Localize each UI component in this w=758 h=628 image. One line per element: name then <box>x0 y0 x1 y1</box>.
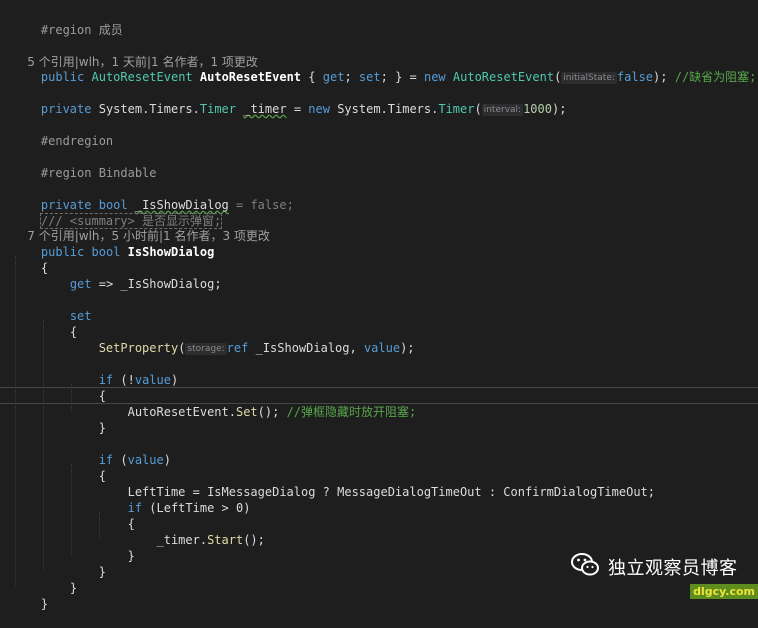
code-line[interactable]: #endregion <box>12 117 113 148</box>
keyword: get <box>69 277 92 291</box>
brace: } <box>127 549 135 563</box>
code-line[interactable]: } <box>12 564 77 595</box>
inlay-hint: initialState: <box>561 72 617 84</box>
keyword: new <box>423 70 446 84</box>
punctuation: ; <box>380 70 388 84</box>
code-line[interactable]: if (!value) <box>12 356 179 387</box>
method-name: SetProperty <box>98 341 179 355</box>
code-line[interactable]: _timer.Start(); <box>12 516 265 547</box>
property-name: AutoResetEvent <box>199 70 302 84</box>
namespace: System.Timers. <box>337 102 439 116</box>
preprocessor-keyword: #region <box>40 166 92 180</box>
punctuation: (! <box>113 373 135 387</box>
keyword: get <box>322 70 345 84</box>
inlay-hint: storage: <box>185 343 227 355</box>
codelens-references[interactable]: 5 个引用|wlh，1 天前|1 名作者，1 项更改 <box>12 38 258 69</box>
keyword: new <box>308 102 330 116</box>
code-line[interactable]: #region Bindable <box>12 149 157 180</box>
punctuation: ; <box>344 70 352 84</box>
keyword: private <box>40 102 92 116</box>
brace: } <box>69 581 78 595</box>
code-line[interactable]: private bool _IsShowDialog = false; <box>12 181 294 212</box>
preprocessor-keyword: #region <box>40 23 92 37</box>
code-line[interactable]: private System.Timers.Timer _timer = new… <box>12 85 566 116</box>
brace: } <box>98 421 106 435</box>
code-line[interactable]: public AutoResetEvent AutoResetEvent { g… <box>12 53 756 84</box>
code-line[interactable]: #region 成员 <box>12 6 123 37</box>
region-name: 成员 <box>91 23 123 37</box>
brace: { <box>308 70 316 84</box>
region-name: Bindable <box>91 166 157 180</box>
keyword: value <box>127 453 164 467</box>
site-watermark: dlgcy.com <box>690 584 758 599</box>
code-line[interactable]: SetProperty(storage: ref _IsShowDialog, v… <box>12 324 415 355</box>
preprocessor-keyword: #endregion <box>40 134 114 148</box>
keyword: set <box>358 70 381 84</box>
code-line[interactable]: { <box>12 452 106 483</box>
keyword: bool <box>91 245 121 259</box>
punctuation: ( <box>113 453 128 467</box>
punctuation: = <box>286 102 309 116</box>
keyword: ref <box>226 341 249 355</box>
code-line[interactable]: /// <summary> 是否显示弹窗; <box>12 197 223 229</box>
type-name: Timer <box>199 102 236 116</box>
keyword: false <box>616 70 654 84</box>
code-line-current[interactable]: AutoResetEvent.Set(); //弹框隐藏时放开阻塞; <box>12 388 417 419</box>
punctuation: ( <box>474 102 482 116</box>
keyword: value <box>134 373 171 387</box>
brace: } <box>40 597 49 611</box>
punctuation: ); <box>400 341 415 355</box>
type-name: AutoResetEvent <box>452 70 555 84</box>
type-name: Timer <box>438 102 475 116</box>
property-name: IsShowDialog <box>127 245 215 259</box>
condition: (LeftTime > 0) <box>142 501 251 515</box>
punctuation: ( <box>554 70 562 84</box>
code-line[interactable]: } <box>12 580 48 611</box>
watermark-text: 独立观察员博客 <box>608 557 738 579</box>
brace: } <box>98 565 106 579</box>
watermark: 独立观察员博客 <box>570 552 738 581</box>
field-name: _timer <box>243 102 287 116</box>
comment: //弹框隐藏时放开阻塞; <box>286 405 417 419</box>
punctuation: (); <box>257 405 287 419</box>
punctuation: (); <box>243 533 265 547</box>
code-line[interactable]: public bool IsShowDialog <box>12 228 214 259</box>
punctuation: } = <box>395 70 417 84</box>
code-editor[interactable]: #region 成员 5 个引用|wlh，1 天前|1 名作者，1 项更改 pu… <box>0 0 758 611</box>
argument: _IsShowDialog, <box>248 341 364 355</box>
punctuation: ); <box>551 102 567 116</box>
code-line[interactable]: { <box>12 500 135 531</box>
code-line[interactable]: set <box>12 292 92 323</box>
initializer: = false; <box>228 198 294 212</box>
code-line[interactable]: { <box>12 372 106 403</box>
code-line[interactable]: if (value) <box>12 436 171 467</box>
code-line[interactable]: { <box>12 308 77 339</box>
keyword: value <box>363 341 401 355</box>
code-line[interactable]: get => _IsShowDialog; <box>12 260 222 291</box>
inlay-hint: interval: <box>481 104 524 116</box>
expression: => _IsShowDialog; <box>91 277 222 291</box>
wechat-icon <box>570 552 600 581</box>
keyword: public <box>40 70 85 84</box>
comment: //缺省为阻塞; <box>674 70 757 84</box>
code-line[interactable]: { <box>12 244 48 275</box>
punctuation: ) <box>170 373 179 387</box>
code-line[interactable]: if (LeftTime > 0) <box>12 484 251 515</box>
expression: AutoResetEvent. <box>127 405 236 419</box>
type-name: AutoResetEvent <box>91 70 193 84</box>
method-name: Set <box>235 405 258 419</box>
punctuation: ); <box>653 70 668 84</box>
punctuation: ) <box>163 453 171 467</box>
code-line[interactable]: } <box>12 532 135 563</box>
code-line[interactable]: LeftTime = IsMessageDialog ? MessageDial… <box>12 468 655 499</box>
expression: _timer. <box>156 533 208 547</box>
punctuation: ( <box>178 341 186 355</box>
code-line[interactable]: } <box>12 404 106 435</box>
code-line[interactable]: } <box>12 548 106 579</box>
number: 1000 <box>523 102 552 116</box>
codelens-references[interactable]: 7 个引用|wlh，5 小时前|1 名作者，3 项更改 <box>12 212 270 243</box>
method-name: Start <box>207 533 244 547</box>
namespace: System.Timers. <box>98 102 200 116</box>
